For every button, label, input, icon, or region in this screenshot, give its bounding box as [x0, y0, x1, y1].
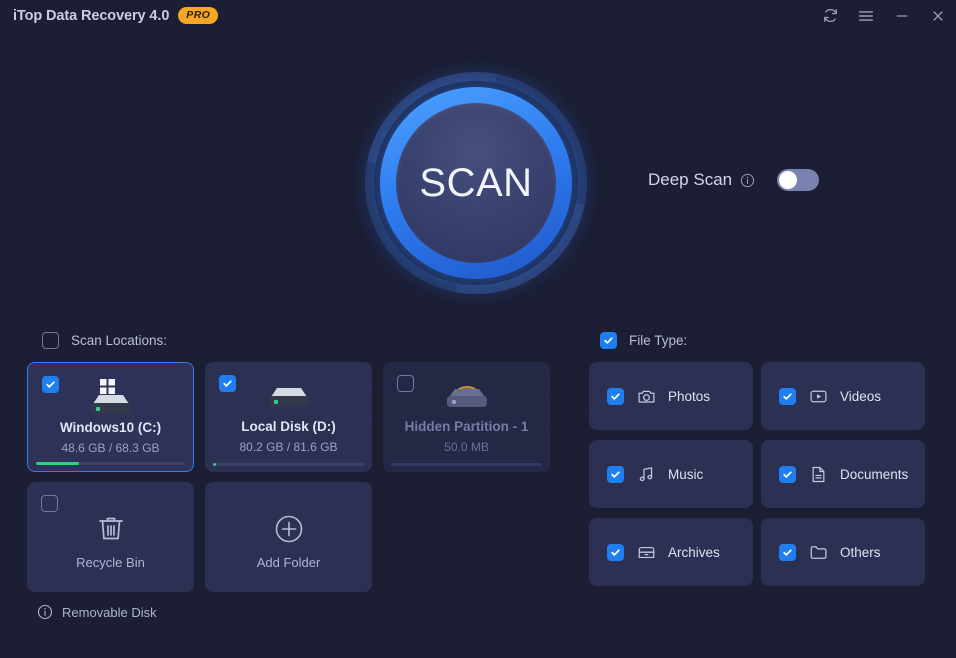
hidden-partition-icon	[383, 376, 550, 420]
video-icon	[809, 387, 828, 406]
close-button[interactable]	[920, 0, 956, 31]
location-size: 80.2 GB / 81.6 GB	[239, 440, 338, 454]
location-card-hidden-partition-1[interactable]: Hidden Partition - 1 50.0 MB	[383, 362, 550, 472]
location-card-local-disk-d[interactable]: Local Disk (D:) 80.2 GB / 81.6 GB	[205, 362, 372, 472]
location-name: Windows10 (C:)	[59, 420, 162, 435]
file-type-card-photos[interactable]: Photos	[589, 362, 753, 430]
file-type-header: File Type:	[600, 332, 687, 349]
file-type-checkbox-others[interactable]	[779, 543, 796, 561]
location-usage-fill	[36, 462, 80, 465]
file-type-label-videos: Videos	[840, 388, 882, 404]
file-type-label-documents: Documents	[840, 466, 909, 482]
location-usage-bar	[391, 463, 542, 466]
app-window: iTop Data Recovery 4.0 PRO SCAN Deep Sca…	[0, 0, 956, 658]
scan-locations-label: Scan Locations:	[71, 333, 168, 348]
scan-button-label: SCAN	[419, 160, 533, 205]
add-folder-button[interactable]: Add Folder	[205, 482, 372, 592]
windows-drive-icon	[28, 377, 193, 421]
trash-icon	[27, 510, 194, 548]
scan-locations-checkbox[interactable]	[42, 332, 59, 349]
file-type-checkbox-music[interactable]	[607, 465, 624, 483]
file-type-checkbox-videos[interactable]	[779, 387, 796, 405]
location-usage-bar	[213, 463, 364, 466]
window-controls	[812, 0, 956, 31]
scan-button[interactable]: SCAN	[396, 103, 556, 263]
location-usage-fill	[213, 463, 217, 466]
location-usage-bar	[36, 462, 185, 465]
location-size: 50.0 MB	[444, 440, 489, 454]
plus-circle-icon	[205, 510, 372, 548]
file-type-label-archives: Archives	[668, 544, 720, 560]
location-card-windows10-c[interactable]: Windows10 (C:) 48.6 GB / 68.3 GB	[27, 362, 194, 472]
location-name: Hidden Partition - 1	[404, 419, 529, 434]
file-type-card-music[interactable]: Music	[589, 440, 753, 508]
hamburger-menu-icon	[857, 7, 875, 25]
location-card-recycle-bin[interactable]: Recycle Bin	[27, 482, 194, 592]
location-name: Local Disk (D:)	[241, 419, 336, 434]
removable-disk-label: Removable Disk	[62, 604, 157, 620]
file-type-checkbox[interactable]	[600, 332, 617, 349]
deep-scan-toggle[interactable]	[777, 169, 820, 191]
pro-badge: PRO	[178, 7, 219, 24]
app-title: iTop Data Recovery 4.0	[13, 7, 170, 24]
file-type-label-others: Others	[840, 544, 881, 560]
scan-button-area: SCAN	[321, 28, 631, 338]
location-size: 48.6 GB / 68.3 GB	[61, 441, 160, 455]
add-folder-label: Add Folder	[256, 555, 321, 570]
file-type-checkbox-documents[interactable]	[779, 465, 796, 483]
info-icon[interactable]	[740, 173, 755, 188]
deep-scan-label: Deep Scan	[648, 170, 733, 189]
removable-disk-note[interactable]: Removable Disk	[37, 604, 157, 620]
file-type-card-others[interactable]: Others	[761, 518, 925, 586]
toggle-knob	[779, 171, 798, 189]
deep-scan-control: Deep Scan	[648, 169, 820, 191]
title-bar: iTop Data Recovery 4.0 PRO	[0, 0, 956, 31]
archive-icon	[637, 543, 656, 562]
info-icon	[37, 604, 53, 620]
file-type-checkbox-archives[interactable]	[607, 543, 624, 561]
file-type-checkbox-photos[interactable]	[607, 387, 624, 405]
file-type-label-photos: Photos	[668, 388, 711, 404]
file-type-card-videos[interactable]: Videos	[761, 362, 925, 430]
file-type-label: File Type:	[629, 333, 688, 348]
drive-icon	[205, 376, 372, 420]
music-note-icon	[637, 465, 656, 484]
file-type-card-documents[interactable]: Documents	[761, 440, 925, 508]
file-type-card-archives[interactable]: Archives	[589, 518, 753, 586]
minimize-icon	[894, 8, 910, 24]
refresh-icon	[822, 7, 839, 24]
menu-button[interactable]	[848, 0, 884, 31]
refresh-button[interactable]	[812, 0, 848, 31]
camera-icon	[637, 387, 656, 406]
scan-locations-header: Scan Locations:	[42, 332, 167, 349]
close-icon	[930, 8, 946, 24]
folder-icon	[809, 543, 828, 562]
minimize-button[interactable]	[884, 0, 920, 31]
document-icon	[809, 465, 828, 484]
file-type-label-music: Music	[668, 466, 704, 482]
recycle-bin-label: Recycle Bin	[76, 555, 145, 570]
